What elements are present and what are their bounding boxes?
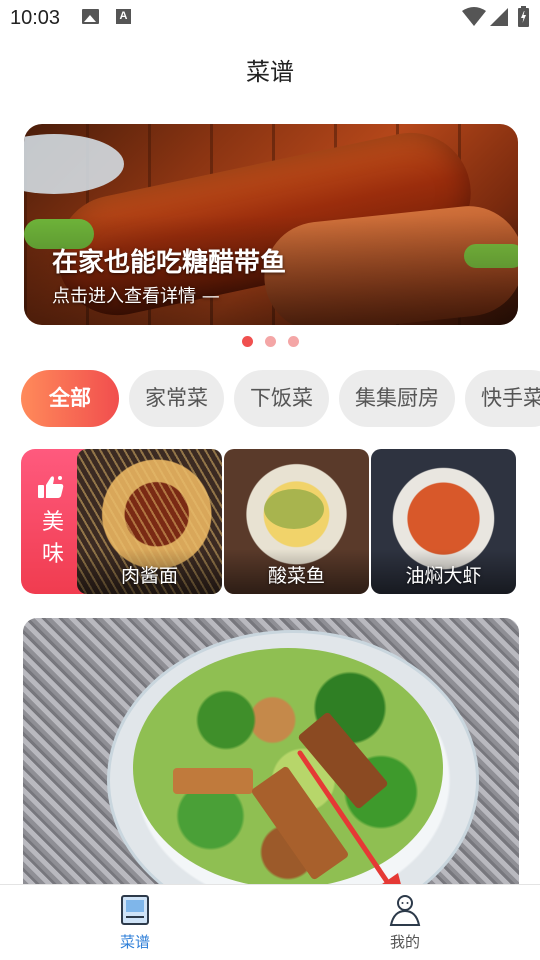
category-chip-home[interactable]: 家常菜 bbox=[129, 370, 224, 427]
person-icon bbox=[389, 895, 421, 926]
carousel-dot[interactable] bbox=[241, 336, 253, 347]
a-icon: A bbox=[116, 9, 131, 24]
dish-card[interactable]: 酸菜鱼 bbox=[224, 449, 369, 594]
tasty-badge: 美味 bbox=[21, 449, 85, 594]
tasty-label: 美味 bbox=[41, 510, 64, 567]
status-bar: 10:03 A bbox=[0, 0, 540, 36]
nav-label-recipes: 菜谱 bbox=[119, 933, 150, 951]
dish-card[interactable]: 油焖大虾 bbox=[371, 449, 516, 594]
category-chip-quick[interactable]: 快手菜 bbox=[465, 370, 540, 427]
book-icon bbox=[121, 895, 149, 925]
category-chip-rice[interactable]: 下饭菜 bbox=[234, 370, 329, 427]
dish-name: 酸菜鱼 bbox=[267, 565, 325, 587]
tasty-section: 美味 肉酱面 酸菜鱼 油焖大虾 bbox=[21, 449, 516, 594]
category-chip-kitchen[interactable]: 集集厨房 bbox=[339, 370, 455, 427]
carousel-dot[interactable] bbox=[287, 336, 299, 347]
nav-item-mine[interactable]: 我的 bbox=[365, 893, 445, 957]
dish-name: 油焖大虾 bbox=[405, 565, 482, 587]
bottom-nav: 菜谱 我的 bbox=[0, 884, 540, 960]
banner-title: 在家也能吃糖醋带鱼 bbox=[52, 248, 287, 278]
image-icon bbox=[82, 9, 99, 24]
nav-item-recipes[interactable]: 菜谱 bbox=[95, 893, 175, 957]
banner-subtitle: 点击进入查看详情 — bbox=[52, 286, 220, 307]
category-tabs: 全部 家常菜 下饭菜 集集厨房 快手菜 bbox=[21, 370, 540, 428]
dish-image bbox=[264, 489, 324, 529]
banner-carousel[interactable]: 在家也能吃糖醋带鱼 点击进入查看详情 — bbox=[24, 124, 518, 325]
carousel-dot[interactable] bbox=[264, 336, 276, 347]
category-chip-all[interactable]: 全部 bbox=[21, 370, 119, 427]
recipe-card[interactable] bbox=[23, 618, 519, 884]
page-title: 菜谱 bbox=[246, 58, 294, 86]
carousel-dots bbox=[0, 336, 540, 348]
dish-name: 肉酱面 bbox=[120, 565, 178, 587]
thumbs-up-icon bbox=[38, 476, 64, 498]
battery-icon bbox=[518, 6, 529, 27]
recipe-tofu bbox=[173, 768, 253, 794]
status-time: 10:03 bbox=[10, 7, 61, 29]
nav-label-mine: 我的 bbox=[389, 933, 420, 951]
dish-card[interactable]: 肉酱面 bbox=[77, 449, 222, 594]
wifi-icon bbox=[462, 7, 486, 26]
signal-icon bbox=[490, 8, 508, 26]
